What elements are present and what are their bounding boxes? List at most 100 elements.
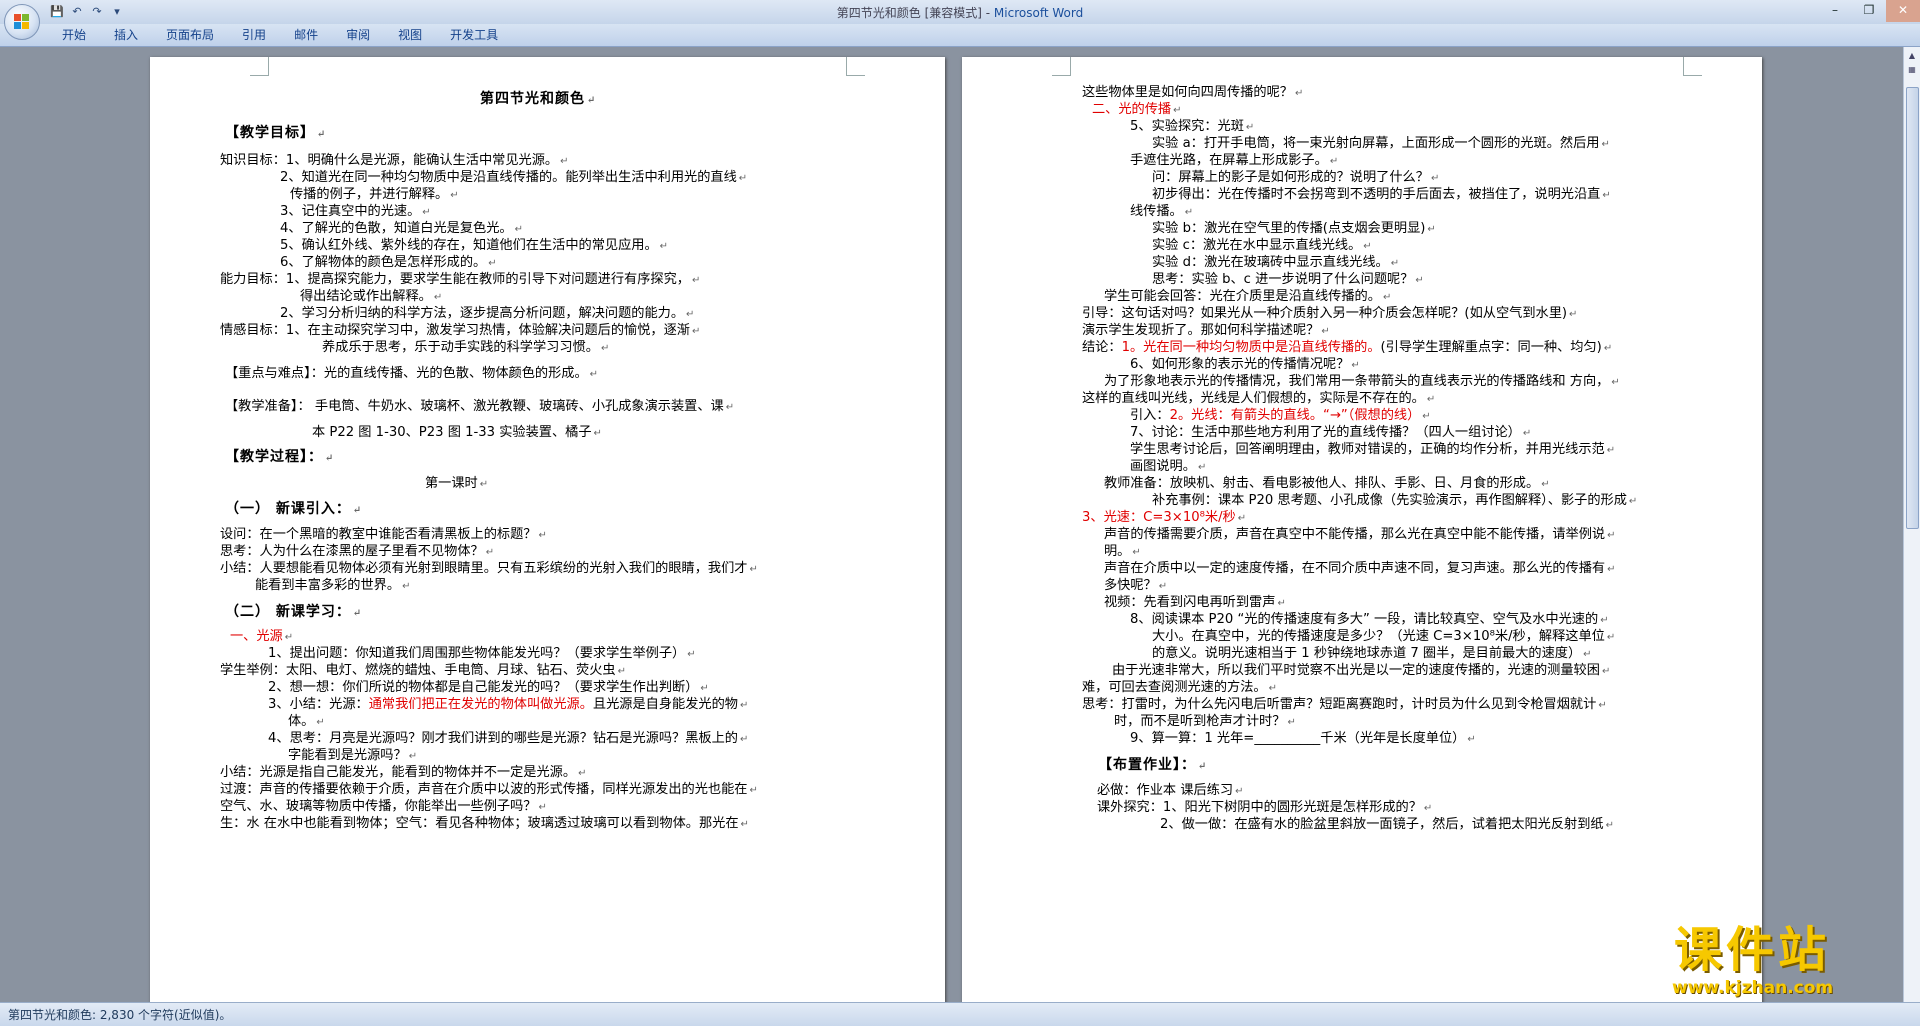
document-text-line[interactable]: 知识目标：1、明确什么是光源，能确认生活中常见光源。 ↵ <box>220 153 568 170</box>
document-text-line[interactable]: 小结：光源是指自己能发光，能看到的物体并不一定是光源。 ↵ <box>220 765 586 782</box>
document-text-line[interactable]: 过渡：声音的传播要依赖于介质，声音在介质中以波的形式传播，同样光源发出的光也能在… <box>220 782 758 799</box>
document-text-line[interactable]: 6、如何形象的表示光的传播情况呢？ ↵ <box>1130 357 1360 374</box>
document-text-line[interactable]: 4、思考：月亮是光源吗？刚才我们讲到的哪些是光源？钻石是光源吗？黑板上的 ↵ <box>268 731 748 748</box>
document-page-right[interactable]: 这些物体里是如何向四周传播的呢？ ↵ 二、光的传播 ↵ 5、实验探究：光斑 ↵ 实验 a：打… <box>962 57 1762 1002</box>
document-text-line[interactable]: 8、阅读课本 P20 “光的传播速度有多大” 一段，请比较真空、空气及水中光速的… <box>1130 612 1609 629</box>
document-text-line[interactable]: 思考：人为什么在漆黑的屋子里看不见物体？ ↵ <box>220 544 494 561</box>
document-text-line[interactable]: （二） 新课学习： ↵ <box>225 604 362 622</box>
document-text-line[interactable]: 实验 b：激光在空气里的传播(点支烟会更明显) ↵ <box>1152 221 1436 238</box>
vertical-scrollbar[interactable]: ▲ ▦ <box>1903 47 1920 1002</box>
document-text-line[interactable]: 大小。在真空中，光的传播速度是多少？（光速 C=3×10⁸米/秒，解释这单位 ↵ <box>1152 629 1615 646</box>
tab-insert[interactable]: 插入 <box>100 27 152 43</box>
document-text-line[interactable]: 实验 d：激光在玻璃砖中显示直线光线。 ↵ <box>1152 255 1399 272</box>
ruler-toggle-icon[interactable]: ▦ <box>1906 65 1918 77</box>
document-text-line[interactable]: 【布置作业】： ↵ <box>1098 757 1207 775</box>
minimize-button[interactable]: – <box>1818 0 1852 22</box>
document-text-line[interactable]: 必做：作业本 课后练习 ↵ <box>1097 783 1243 800</box>
tab-view[interactable]: 视图 <box>384 27 436 43</box>
document-text-line[interactable]: 学生思考讨论后，回答阐明理由，教师对错误的，正确的均作分析，并用光线示范 ↵ <box>1130 442 1615 459</box>
document-text-line[interactable]: 2、做一做：在盛有水的脸盆里斜放一面镜子，然后，试着把太阳光反射到纸 ↵ <box>1160 817 1614 834</box>
document-text-line[interactable]: 6、了解物体的颜色是怎样形成的。 ↵ <box>280 255 497 272</box>
document-text-line[interactable]: 5、确认红外线、紫外线的存在，知道他们在生活中的常见应用。 ↵ <box>280 238 668 255</box>
document-text-line[interactable]: （一） 新课引入： ↵ <box>225 501 362 519</box>
document-text-line[interactable]: 小结：人要想能看见物体必须有光射到眼睛里。只有五彩缤纷的光射入我们的眼睛，我们才… <box>220 561 758 578</box>
document-text-line[interactable]: 4、了解光的色散，知道白光是复色光。 ↵ <box>280 221 523 238</box>
document-text-line[interactable]: 多快呢？ ↵ <box>1104 578 1167 595</box>
document-text-line[interactable]: 本 P22 图 1-30、P23 图 1-33 实验装置、橘子 ↵ <box>312 425 602 442</box>
document-text-line[interactable]: 第一课时 ↵ <box>425 476 488 493</box>
document-text-line[interactable]: 学生举例：太阳、电灯、燃烧的蜡烛、手电筒、月球、钻石、荧火虫 ↵ <box>220 663 626 680</box>
document-text-line[interactable]: 5、实验探究：光斑 ↵ <box>1130 119 1254 136</box>
tab-review[interactable]: 审阅 <box>332 27 384 43</box>
document-text-line[interactable]: 传播的例子，并进行解释。 ↵ <box>290 187 459 204</box>
document-text-line[interactable]: 情感目标：1、在主动探究学习中，激发学习热情，体验解决问题后的愉悦，逐渐 ↵ <box>220 323 700 340</box>
document-text-line[interactable]: 由于光速非常大，所以我们平时觉察不出光是以一定的速度传播的，光速的测量较困 ↵ <box>1112 663 1610 680</box>
document-text-line[interactable]: 1、提出问题：你知道我们周围那些物体能发光吗？（要求学生举例子） ↵ <box>268 646 696 663</box>
document-text-line[interactable]: 画图说明。 ↵ <box>1130 459 1206 476</box>
tab-developer[interactable]: 开发工具 <box>436 27 512 43</box>
document-text-line[interactable]: 能力目标：1、提高探究能力，要求学生能在教师的引导下对问题进行有序探究， ↵ <box>220 272 700 289</box>
scrollbar-thumb[interactable] <box>1906 87 1919 529</box>
document-text-line[interactable]: 的意义。说明光速相当于 1 秒钟绕地球赤道 7 圈半，是目前最大的速度） ↵ <box>1152 646 1592 663</box>
document-text-line[interactable]: 2、学习分析归纳的科学方法，逐步提高分析问题，解决问题的能力。 ↵ <box>280 306 694 323</box>
document-text-line[interactable]: 引入：2。光线：有箭头的直线。“→”（假想的线） ↵ <box>1130 408 1431 425</box>
tab-page-layout[interactable]: 页面布局 <box>152 27 228 43</box>
document-text-line[interactable]: 初步得出：光在传播时不会拐弯到不透明的手后面去，被挡住了，说明光沿直 ↵ <box>1152 187 1611 204</box>
document-text-line[interactable]: 3、光速：C=3×10⁸米/秒 ↵ <box>1082 510 1246 527</box>
document-text-line[interactable]: 【教学目标】 ↵ <box>225 125 326 143</box>
document-text-line[interactable]: 视频：先看到闪电再听到雷声 ↵ <box>1104 595 1286 612</box>
document-text-line[interactable]: 问：屏幕上的影子是如何形成的？说明了什么？ ↵ <box>1152 170 1439 187</box>
document-text-line[interactable]: 线传播。 ↵ <box>1130 204 1193 221</box>
tab-home[interactable]: 开始 <box>48 27 100 43</box>
document-text-line[interactable]: 引导：这句话对吗？如果光从一种介质射入另一种介质会怎样呢？(如从空气到水里) ↵ <box>1082 306 1577 323</box>
document-text-line[interactable]: 二、光的传播 ↵ <box>1092 102 1182 119</box>
document-text-line[interactable]: 第四节光和颜色 ↵ <box>480 91 596 109</box>
document-text-line[interactable]: 声音在介质中以一定的速度传播，在不同介质中声速不同，复习声速。那么光的传播有 ↵ <box>1104 561 1616 578</box>
close-button[interactable]: ✕ <box>1886 0 1920 22</box>
office-button[interactable] <box>4 4 40 40</box>
tab-references[interactable]: 引用 <box>228 27 280 43</box>
document-text-line[interactable]: 3、记住真空中的光速。 ↵ <box>280 204 431 221</box>
document-text-line[interactable]: 声音的传播需要介质，声音在真空中不能传播，那么光在真空中能不能传播，请举例说 ↵ <box>1104 527 1616 544</box>
document-text-line[interactable]: 能看到丰富多彩的世界。 ↵ <box>255 578 410 595</box>
document-text-line[interactable]: 演示学生发现折了。那如何科学描述呢？ ↵ <box>1082 323 1330 340</box>
document-text-line[interactable]: 手遮住光路，在屏幕上形成影子。 ↵ <box>1130 153 1338 170</box>
scroll-up-icon[interactable]: ▲ <box>1906 51 1918 63</box>
document-text-line[interactable]: 难，可回去查阅测光速的方法。 ↵ <box>1082 680 1277 697</box>
document-text-line[interactable]: 实验 c：激光在水中显示直线光线。 ↵ <box>1152 238 1372 255</box>
restore-button[interactable]: ❐ <box>1852 0 1886 22</box>
document-text-line[interactable]: 这些物体里是如何向四周传播的呢？ ↵ <box>1082 85 1303 102</box>
document-text-line[interactable]: 一、光源 ↵ <box>230 629 293 646</box>
document-text-line[interactable]: 得出结论或作出解释。 ↵ <box>300 289 442 306</box>
document-text-line[interactable]: 时，而不是听到枪声才计时？ ↵ <box>1114 714 1296 731</box>
document-text-line[interactable]: 结论：1。光在同一种均匀物质中是沿直线传播的。(引导学生理解重点字：同一种、均匀… <box>1082 340 1612 357</box>
document-text-line[interactable]: 体。 ↵ <box>288 714 325 731</box>
document-text-line[interactable]: 学生可能会回答：光在介质里是沿直线传播的。 ↵ <box>1104 289 1391 306</box>
document-page-left[interactable]: 第四节光和颜色 ↵ 【教学目标】 ↵ 知识目标：1、明确什么是光源，能确认生活中常见光源… <box>150 57 945 1002</box>
document-text-line[interactable]: 字能看到是光源吗？ ↵ <box>288 748 417 765</box>
document-text-line[interactable]: 7、讨论：生活中那些地方利用了光的直线传播？（四人一组讨论） ↵ <box>1130 425 1531 442</box>
document-text-line[interactable]: 课外探究：1、阳光下树阴中的圆形光斑是怎样形成的？ ↵ <box>1097 800 1432 817</box>
tab-mailings[interactable]: 邮件 <box>280 27 332 43</box>
document-text-line[interactable]: 明。 ↵ <box>1104 544 1141 561</box>
document-text-line[interactable]: 【教学准备】： 手电筒、牛奶水、玻璃杯、激光教鞭、玻璃砖、小孔成象演示装置、课 ↵ <box>225 399 734 416</box>
document-text-line[interactable]: 为了形象地表示光的传播情况，我们常用一条带箭头的直线表示光的传播路线和 方向， ↵ <box>1104 374 1620 391</box>
document-text-line[interactable]: 2、知道光在同一种均匀物质中是沿直线传播的。能列举出生活中利用光的直线 ↵ <box>280 170 747 187</box>
document-text-line[interactable]: 9、算一算：1 光年=__________千米（光年是长度单位） ↵ <box>1130 731 1476 748</box>
document-text-line[interactable]: 空气、水、玻璃等物质中传播，你能举出一些例子吗？ ↵ <box>220 799 547 816</box>
document-text-line[interactable]: 思考：实验 b、c 进一步说明了什么问题呢？ ↵ <box>1152 272 1424 289</box>
word-count-status[interactable]: 第四节光和颜色: 2,830 个字符(近似值)。 <box>8 1006 231 1023</box>
document-workspace[interactable]: 第四节光和颜色 ↵ 【教学目标】 ↵ 知识目标：1、明确什么是光源，能确认生活中常见光源… <box>0 47 1904 1002</box>
document-text-line[interactable]: 【重点与难点】：光的直线传播、光的色散、物体颜色的形成。 ↵ <box>225 366 598 383</box>
document-text-line[interactable]: 2、想一想：你们所说的物体都是自己能发光的吗？（要求学生作出判断） ↵ <box>268 680 709 697</box>
document-text-line[interactable]: 补充事例：课本 P20 思考题、小孔成像（先实验演示，再作图解释）、影子的形成 ↵ <box>1152 493 1637 510</box>
document-text-line[interactable]: 思考：打雷时，为什么先闪电后听雷声？短距离赛跑时，计时员为什么见到令枪冒烟就计 ↵ <box>1082 697 1607 714</box>
document-text-line[interactable]: 设问：在一个黑暗的教室中谁能否看清黑板上的标题？ ↵ <box>220 527 547 544</box>
document-text-line[interactable]: 3、小结：光源：通常我们把正在发光的物体叫做光源。且光源是自身能发光的物 ↵ <box>268 697 748 714</box>
document-text-line[interactable]: 实验 a：打开手电筒，将一束光射向屏幕，上面形成一个圆形的光斑。然后用 ↵ <box>1152 136 1610 153</box>
document-text-line[interactable]: 这样的直线叫光线，光线是人们假想的，实际是不存在的。 ↵ <box>1082 391 1435 408</box>
document-text-line[interactable]: 养成乐于思考，乐于动手实践的科学学习习惯。 ↵ <box>322 340 609 357</box>
document-text-line[interactable]: 生：水 在水中也能看到物体；空气：看见各种物体；玻璃透过玻璃可以看到物体。那光在… <box>220 816 749 833</box>
document-text-line[interactable]: 【教学过程】： ↵ <box>225 449 334 467</box>
document-text-line[interactable]: 教师准备：放映机、射击、看电影被他人、排队、手影、日、月食的形成。 ↵ <box>1104 476 1550 493</box>
